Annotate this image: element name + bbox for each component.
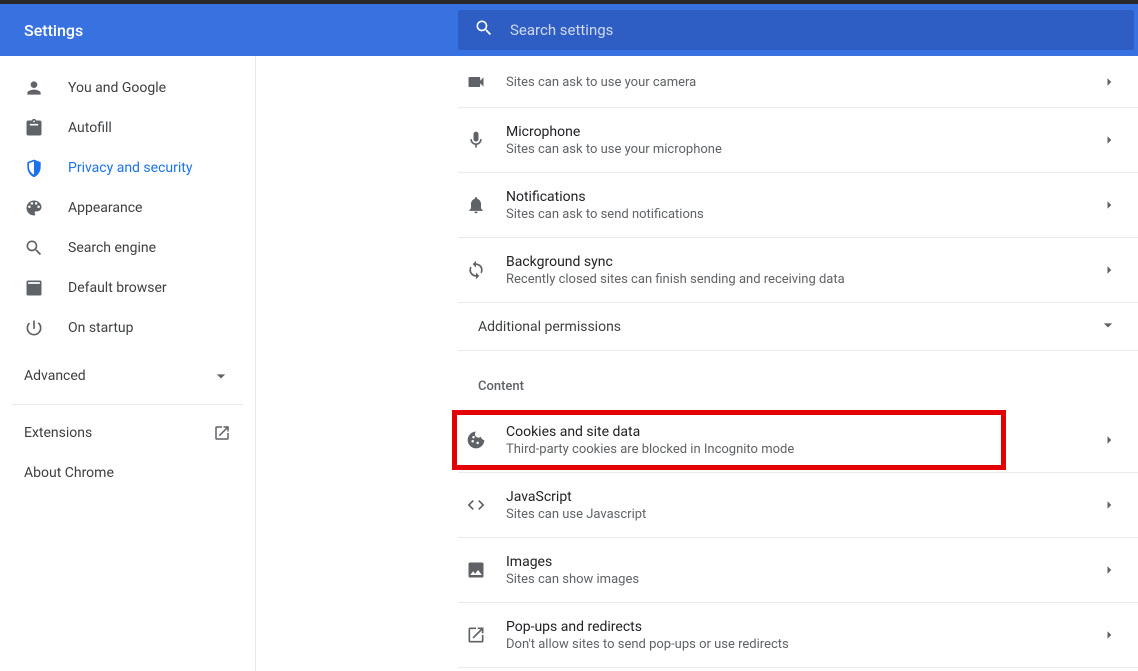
permission-row-background-sync[interactable]: Background sync Recently closed sites can… bbox=[458, 238, 1138, 303]
content-row-javascript[interactable]: JavaScript Sites can use Javascript bbox=[458, 473, 1138, 538]
bell-icon bbox=[466, 195, 486, 215]
content-section-title: Content bbox=[458, 351, 1138, 408]
sidebar-item-you-and-google[interactable]: You and Google bbox=[0, 68, 255, 108]
row-sub: Recently closed sites can finish sending… bbox=[506, 272, 1100, 287]
power-icon bbox=[24, 318, 44, 338]
row-title: Notifications bbox=[506, 189, 1100, 205]
search-input[interactable]: Search settings bbox=[458, 10, 1134, 50]
permission-row-microphone[interactable]: Microphone Sites can ask to use your micr… bbox=[458, 108, 1138, 173]
row-title: Pop-ups and redirects bbox=[506, 619, 1100, 635]
chevron-right-icon bbox=[1100, 496, 1118, 514]
row-sub: Don't allow sites to send pop-ups or use… bbox=[506, 637, 1100, 652]
row-sub: Sites can use Javascript bbox=[506, 507, 1100, 522]
row-sub: Sites can show images bbox=[506, 572, 1100, 587]
row-title: JavaScript bbox=[506, 489, 1100, 505]
chevron-right-icon bbox=[1100, 261, 1118, 279]
search-placeholder: Search settings bbox=[510, 21, 613, 39]
popup-icon bbox=[466, 625, 486, 645]
content-row-cookies[interactable]: Cookies and site data Third-party cookies… bbox=[458, 408, 1138, 473]
sidebar-item-autofill[interactable]: Autofill bbox=[0, 108, 255, 148]
advanced-label: Advanced bbox=[24, 368, 86, 384]
search-icon bbox=[24, 238, 44, 258]
app-title: Settings bbox=[0, 21, 458, 40]
clipboard-icon bbox=[24, 118, 44, 138]
row-sub: Third-party cookies are blocked in Incog… bbox=[506, 442, 1100, 457]
palette-icon bbox=[24, 198, 44, 218]
row-sub: Sites can ask to send notifications bbox=[506, 207, 1100, 222]
row-title: Cookies and site data bbox=[506, 424, 1100, 440]
row-sub: Sites can ask to use your microphone bbox=[506, 142, 1100, 157]
permission-row-camera[interactable]: Sites can ask to use your camera bbox=[458, 56, 1138, 108]
main-content: Sites can ask to use your camera Microph… bbox=[256, 56, 1138, 671]
cookie-icon bbox=[466, 430, 486, 450]
open-in-new-icon bbox=[213, 424, 231, 442]
permission-row-notifications[interactable]: Notifications Sites can ask to send notif… bbox=[458, 173, 1138, 238]
sidebar-item-label: Search engine bbox=[68, 240, 156, 256]
sidebar-divider bbox=[12, 404, 243, 405]
sidebar-item-label: On startup bbox=[68, 320, 134, 336]
sidebar-about-chrome[interactable]: About Chrome bbox=[0, 453, 255, 493]
camera-icon bbox=[466, 72, 486, 92]
extensions-label: Extensions bbox=[24, 425, 92, 441]
chevron-right-icon bbox=[1100, 626, 1118, 644]
code-icon bbox=[466, 495, 486, 515]
shield-icon bbox=[24, 158, 44, 178]
chevron-down-icon bbox=[211, 366, 231, 386]
chevron-right-icon bbox=[1100, 196, 1118, 214]
app-header: Settings Search settings bbox=[0, 4, 1138, 56]
sidebar-extensions-link[interactable]: Extensions bbox=[0, 413, 255, 453]
sidebar-item-default-browser[interactable]: Default browser bbox=[0, 268, 255, 308]
person-icon bbox=[24, 78, 44, 98]
chevron-right-icon bbox=[1100, 131, 1118, 149]
browser-icon bbox=[24, 278, 44, 298]
row-title: Images bbox=[506, 554, 1100, 570]
row-sub: Sites can ask to use your camera bbox=[506, 75, 1100, 90]
chevron-right-icon bbox=[1100, 73, 1118, 91]
sidebar-item-label: Appearance bbox=[68, 200, 142, 216]
sidebar-item-on-startup[interactable]: On startup bbox=[0, 308, 255, 348]
sidebar-item-label: Default browser bbox=[68, 280, 167, 296]
image-icon bbox=[466, 560, 486, 580]
sidebar-item-label: Privacy and security bbox=[68, 160, 192, 176]
content-row-popups[interactable]: Pop-ups and redirects Don't allow sites t… bbox=[458, 603, 1138, 668]
microphone-icon bbox=[466, 130, 486, 150]
additional-permissions-label: Additional permissions bbox=[478, 319, 621, 335]
row-title: Microphone bbox=[506, 124, 1100, 140]
sidebar-item-privacy-and-security[interactable]: Privacy and security bbox=[0, 148, 255, 188]
sidebar-item-appearance[interactable]: Appearance bbox=[0, 188, 255, 228]
chevron-right-icon bbox=[1100, 431, 1118, 449]
sync-icon bbox=[466, 260, 486, 280]
row-title: Background sync bbox=[506, 254, 1100, 270]
sidebar-advanced-toggle[interactable]: Advanced bbox=[0, 356, 255, 396]
chevron-right-icon bbox=[1100, 561, 1118, 579]
sidebar-item-label: Autofill bbox=[68, 120, 112, 136]
additional-permissions-row[interactable]: Additional permissions bbox=[458, 303, 1138, 351]
sidebar-item-search-engine[interactable]: Search engine bbox=[0, 228, 255, 268]
about-label: About Chrome bbox=[24, 465, 114, 481]
content-row-images[interactable]: Images Sites can show images bbox=[458, 538, 1138, 603]
chevron-down-icon bbox=[1098, 315, 1118, 339]
sidebar-item-label: You and Google bbox=[68, 80, 166, 96]
sidebar: You and Google Autofill Privacy and secu… bbox=[0, 56, 256, 671]
search-icon bbox=[474, 18, 494, 42]
